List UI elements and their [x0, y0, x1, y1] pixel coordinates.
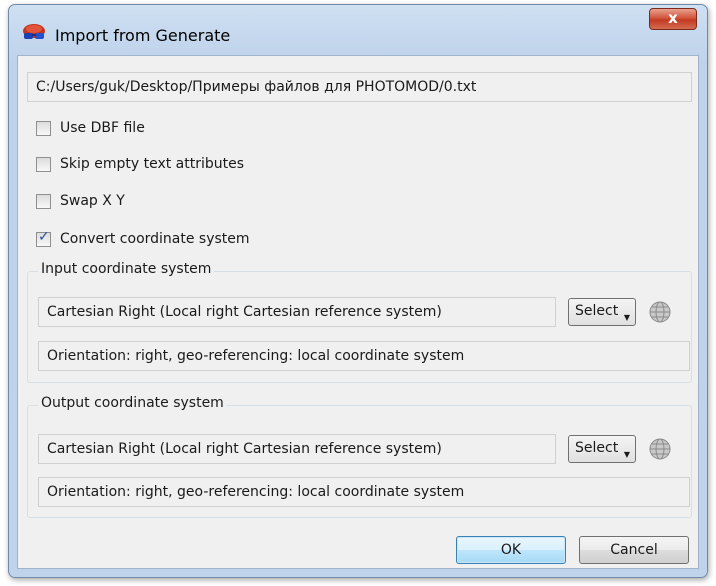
swap-xy-check[interactable]: [36, 193, 51, 209]
close-button[interactable]: x: [649, 8, 697, 30]
input-cs-group: Input coordinate system Cartesian Right …: [27, 261, 692, 383]
convert-cs-check[interactable]: ✓: [36, 228, 51, 247]
input-cs-select-button[interactable]: Select ▼: [568, 298, 636, 326]
output-cs-legend: Output coordinate system: [38, 395, 227, 411]
skip-empty-label: Skip empty text attributes: [60, 156, 245, 172]
dropdown-arrow-icon: ▼: [623, 313, 630, 322]
globe-icon: [649, 438, 671, 460]
title-bar: Import from Generate x: [9, 5, 707, 49]
globe-icon: [649, 301, 671, 323]
checkmark-icon: ✓: [38, 228, 50, 245]
output-cs-info: Orientation: right, geo-referencing: loc…: [38, 477, 690, 507]
dialog-body: C:/Users/guk/Desktop/Примеры файлов для …: [17, 55, 699, 569]
skip-empty-check[interactable]: [36, 156, 51, 172]
select-label: Select: [575, 303, 619, 319]
select-label: Select: [575, 440, 619, 456]
cancel-button[interactable]: Cancel: [579, 536, 689, 564]
use-dbf-checkbox[interactable]: Use DBF file: [36, 117, 145, 139]
close-icon: x: [668, 9, 678, 27]
swap-xy-checkbox[interactable]: Swap X Y: [36, 190, 125, 212]
import-dialog: Import from Generate x C:/Users/guk/Desk…: [8, 4, 708, 578]
ok-button[interactable]: OK: [456, 536, 566, 564]
file-path-field[interactable]: C:/Users/guk/Desktop/Примеры файлов для …: [27, 72, 692, 102]
input-cs-info: Orientation: right, geo-referencing: loc…: [38, 341, 690, 371]
input-cs-field[interactable]: Cartesian Right (Local right Cartesian r…: [38, 297, 556, 327]
output-globe-button[interactable]: [645, 435, 675, 463]
use-dbf-label: Use DBF file: [60, 120, 145, 136]
output-cs-field[interactable]: Cartesian Right (Local right Cartesian r…: [38, 434, 556, 464]
input-cs-legend: Input coordinate system: [38, 261, 215, 277]
swap-xy-label: Swap X Y: [60, 193, 125, 209]
use-dbf-check[interactable]: [36, 120, 51, 136]
window-title: Import from Generate: [55, 26, 231, 45]
input-globe-button[interactable]: [645, 298, 675, 326]
app-glasses-icon: [21, 23, 47, 43]
convert-cs-label: Convert coordinate system: [60, 231, 250, 247]
output-cs-group: Output coordinate system Cartesian Right…: [27, 395, 692, 518]
output-cs-select-button[interactable]: Select ▼: [568, 435, 636, 463]
skip-empty-checkbox[interactable]: Skip empty text attributes: [36, 153, 244, 175]
dropdown-arrow-icon: ▼: [623, 450, 630, 459]
convert-cs-checkbox[interactable]: ✓ Convert coordinate system: [36, 228, 250, 250]
